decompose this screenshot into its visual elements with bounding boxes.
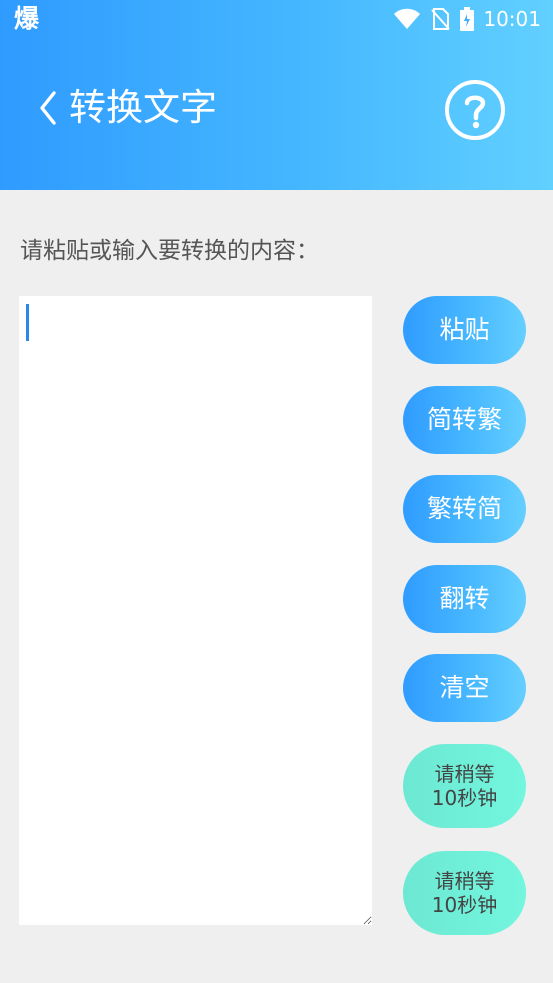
input-prompt: 请粘贴或输入要转换的内容： — [20, 238, 319, 264]
wifi-icon — [393, 7, 421, 31]
wait-button-2-line1: 请稍等 — [434, 869, 495, 893]
wait-button-1-line2: 10秒钟 — [431, 786, 498, 810]
back-button[interactable] — [34, 88, 64, 128]
trad-to-simp-button-label: 繁转简 — [426, 494, 502, 523]
page-title: 转换文字 — [69, 86, 217, 129]
status-bar-right: 10:01 — [393, 5, 541, 33]
trad-to-simp-button[interactable]: 繁转简 — [403, 475, 526, 543]
help-button[interactable] — [443, 78, 507, 142]
reverse-button-label: 翻转 — [439, 584, 490, 613]
paste-button[interactable]: 粘贴 — [403, 296, 526, 364]
status-left-text: 爆 — [14, 4, 40, 33]
text-cursor — [26, 304, 29, 341]
conversion-text-input[interactable] — [19, 296, 372, 925]
chevron-left-icon — [34, 88, 64, 128]
battery-charging-icon — [459, 6, 475, 32]
no-sim-icon — [429, 7, 451, 31]
clear-button-label: 清空 — [439, 673, 490, 702]
simp-to-trad-button[interactable]: 简转繁 — [403, 386, 526, 454]
wait-button-1[interactable]: 请稍等 10秒钟 — [403, 744, 526, 828]
reverse-button[interactable]: 翻转 — [403, 565, 526, 633]
question-circle-icon — [443, 78, 507, 142]
status-time: 10:01 — [483, 7, 541, 31]
simp-to-trad-button-label: 简转繁 — [426, 405, 502, 434]
wait-button-2-line2: 10秒钟 — [431, 893, 498, 917]
wait-button-1-line1: 请稍等 — [434, 762, 495, 786]
header-bar: 爆 10:01 转换文字 — [0, 0, 553, 190]
wait-button-2[interactable]: 请稍等 10秒钟 — [403, 851, 526, 935]
clear-button[interactable]: 清空 — [403, 654, 526, 722]
paste-button-label: 粘贴 — [439, 315, 490, 344]
